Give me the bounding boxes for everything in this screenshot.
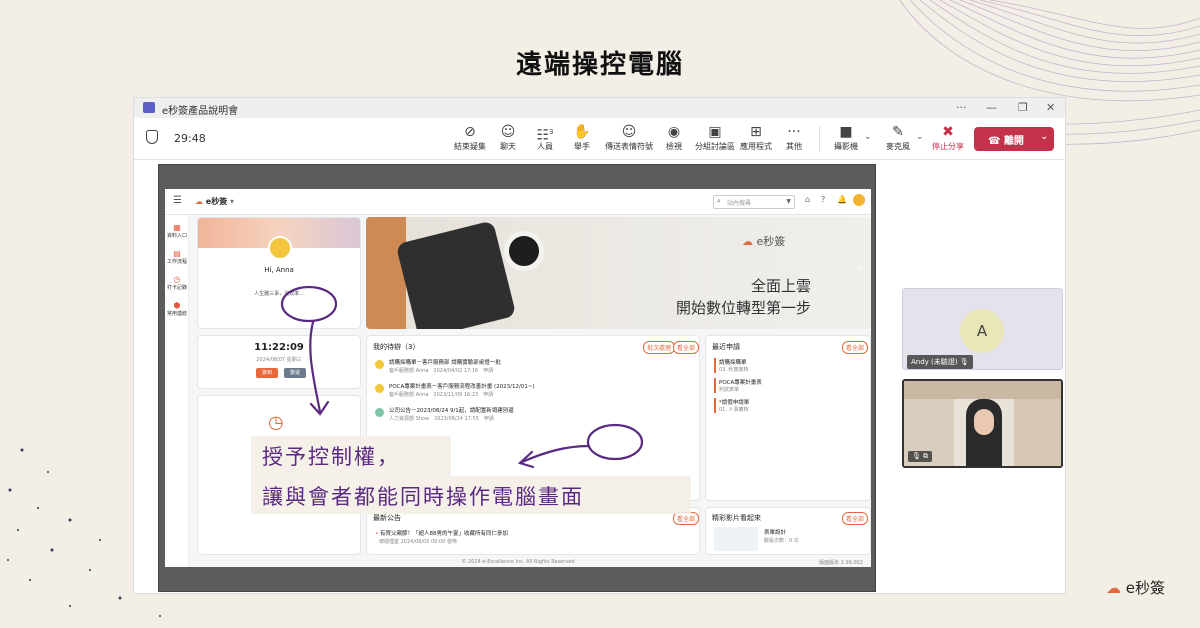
brand-logo: ☁ e秒簽 <box>1106 579 1166 597</box>
annotation-drawings <box>280 285 644 469</box>
annotation-line-2: 讓與會者都能同時操作電腦畫面 <box>262 485 584 509</box>
cloud-icon: ☁ <box>1106 579 1121 597</box>
annotation-line-1: 授予控制權， <box>262 445 400 469</box>
